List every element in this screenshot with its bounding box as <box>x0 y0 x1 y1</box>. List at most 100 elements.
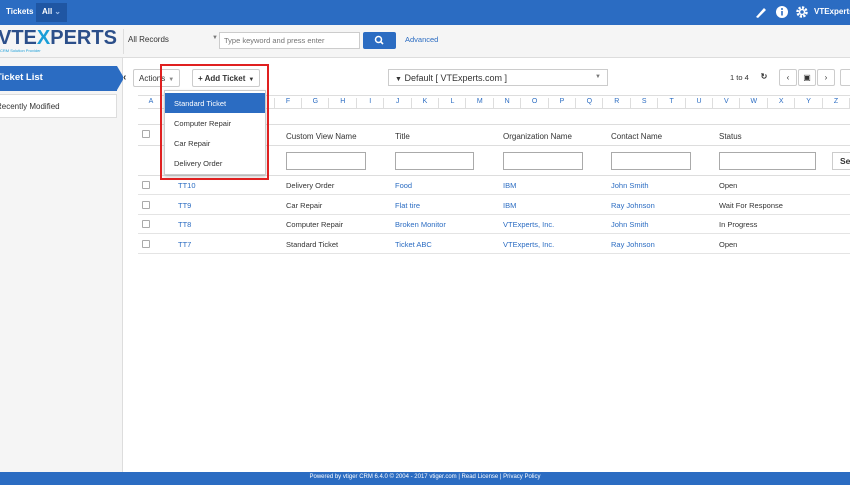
organization-cell[interactable]: VTExperts, Inc. <box>503 220 554 229</box>
alphabet-letter[interactable]: M <box>467 98 494 108</box>
next-page-button[interactable]: › <box>817 69 835 86</box>
add-ticket-dropdown: Standard Ticket Computer Repair Car Repa… <box>164 90 266 175</box>
row-checkbox[interactable] <box>142 200 150 209</box>
select-all-checkbox[interactable] <box>142 130 150 138</box>
advanced-search-link[interactable]: Advanced <box>405 35 438 44</box>
title-filter-input[interactable] <box>395 152 474 170</box>
contact-cell[interactable]: John Smith <box>611 220 649 229</box>
row-checkbox[interactable] <box>142 220 150 228</box>
organization-cell[interactable]: VTExperts, Inc. <box>503 240 554 249</box>
info-icon[interactable] <box>775 5 789 19</box>
custom-view-cell: Standard Ticket <box>286 239 339 249</box>
column-header[interactable]: Status <box>719 132 742 141</box>
table-row[interactable]: TT10 Delivery Order Food IBM John Smith Open <box>138 176 850 195</box>
status-filter-input[interactable] <box>719 152 816 170</box>
status-cell: Wait For Response <box>719 200 783 210</box>
column-header[interactable]: Title <box>395 132 410 141</box>
title-cell[interactable]: Broken Monitor <box>395 220 446 229</box>
ticket-number-cell[interactable]: TT9 <box>178 201 191 210</box>
menu-item-computer-repair[interactable]: Computer Repair <box>165 113 265 133</box>
alphabet-letter[interactable]: F <box>275 98 302 108</box>
alphabet-letter[interactable]: G <box>302 98 330 108</box>
ticket-number-cell[interactable]: TT10 <box>178 181 196 190</box>
table-row[interactable]: TT7 Standard Ticket Ticket ABC VTExperts, I… <box>138 235 850 254</box>
actions-label: Actions <box>139 74 166 83</box>
alphabet-letter[interactable]: I <box>357 98 385 108</box>
app-name[interactable]: Tickets <box>6 7 33 16</box>
contact-filter-input[interactable] <box>611 152 691 170</box>
add-ticket-label: Add Ticket <box>204 74 246 83</box>
divider <box>123 29 124 54</box>
brush-icon[interactable] <box>754 5 768 19</box>
row-checkbox[interactable] <box>142 239 150 248</box>
add-ticket-button[interactable]: + Add Ticket ▼ <box>192 69 261 87</box>
title-cell[interactable]: Ticket ABC <box>395 240 432 249</box>
sidebar-item-recently-modified[interactable]: Recently Modified <box>0 94 117 118</box>
title-cell[interactable]: Food <box>395 181 412 190</box>
organization-filter-input[interactable] <box>503 152 583 170</box>
caret-down-icon: ▼ <box>168 77 175 83</box>
sidebar-item-ticket-list[interactable]: Ticket List <box>0 66 124 91</box>
alphabet-letter[interactable]: N <box>494 98 522 108</box>
pagination-info: 1 to 4 <box>730 73 749 82</box>
caret-down-icon: ▼ <box>595 74 601 80</box>
menu-item-standard-ticket[interactable]: Standard Ticket <box>165 93 265 113</box>
alphabet-letter[interactable]: U <box>686 98 713 108</box>
menu-item-car-repair[interactable]: Car Repair <box>165 133 265 153</box>
more-button[interactable] <box>840 69 850 86</box>
table-row[interactable]: TT9 Car Repair Flat tire IBM Ray Johnson Wait… <box>138 196 850 215</box>
status-cell: In Progress <box>719 220 758 229</box>
ticket-number-cell[interactable]: TT8 <box>178 220 191 229</box>
alphabet-letter[interactable]: T <box>659 98 686 108</box>
custom-view-cell: Delivery Order <box>286 181 335 190</box>
alphabet-letter[interactable]: R <box>604 98 631 108</box>
alphabet-letter[interactable]: A <box>138 98 165 108</box>
contact-cell[interactable]: John Smith <box>611 181 649 190</box>
custom-view-filter-input[interactable] <box>286 152 366 170</box>
alphabet-letter[interactable]: K <box>412 98 439 108</box>
contact-cell[interactable]: Ray Johnson <box>611 240 655 249</box>
collapse-sidebar-icon[interactable]: ‹ <box>123 72 126 83</box>
organization-cell[interactable]: IBM <box>503 181 516 190</box>
column-header[interactable]: Organization Name <box>503 132 572 141</box>
logo-text-pre: VTE <box>0 27 37 49</box>
organization-cell[interactable]: IBM <box>503 201 516 210</box>
title-cell[interactable]: Flat tire <box>395 201 420 210</box>
alphabet-letter[interactable]: X <box>768 98 796 108</box>
alphabet-letter[interactable]: W <box>741 98 768 108</box>
gear-icon[interactable] <box>795 5 809 19</box>
column-header[interactable]: Custom View Name <box>286 132 357 141</box>
user-brand-menu[interactable]: VTExperts <box>814 7 850 16</box>
sidebar-item-label: Recently Modified <box>0 102 60 111</box>
alphabet-letter[interactable]: S <box>631 98 659 108</box>
logo-text-x: X <box>36 27 51 49</box>
alphabet-letter[interactable]: P <box>549 98 576 108</box>
records-select[interactable]: All Records ▼ <box>128 35 218 44</box>
ticket-number-cell[interactable]: TT7 <box>178 240 191 249</box>
actions-button[interactable]: Actions ▼ <box>133 69 181 87</box>
search-button[interactable]: Search <box>832 152 850 170</box>
refresh-icon[interactable]: ↻ <box>755 69 773 86</box>
filter-select[interactable]: ▼ Default [ VTExperts.com ] ▼ <box>388 69 608 86</box>
module-header: VTEXPERTS CRM Solution Provider All Reco… <box>0 25 850 58</box>
alphabet-letter[interactable]: L <box>439 98 467 108</box>
alphabet-letter[interactable]: Y <box>796 98 823 108</box>
alphabet-letter[interactable]: Z <box>823 98 850 108</box>
alphabet-letter[interactable]: V <box>713 98 741 108</box>
custom-view-cell: Car Repair <box>286 200 323 210</box>
all-menu-button[interactable]: All ⌄ <box>36 3 67 22</box>
search-icon <box>374 35 384 45</box>
page-jump-button[interactable]: ▣ <box>798 69 816 86</box>
alphabet-letter[interactable]: J <box>385 98 412 108</box>
column-header[interactable]: Contact Name <box>611 132 662 141</box>
previous-page-button[interactable]: ‹ <box>779 69 797 86</box>
row-checkbox[interactable] <box>142 181 150 189</box>
contact-cell[interactable]: Ray Johnson <box>611 201 655 210</box>
menu-item-delivery-order[interactable]: Delivery Order <box>165 153 265 173</box>
alphabet-letter[interactable]: Q <box>576 98 604 108</box>
alphabet-letter[interactable]: H <box>330 98 357 108</box>
table-row[interactable]: TT8 Computer Repair Broken Monitor VTExpert… <box>138 215 850 234</box>
search-button[interactable] <box>363 32 396 49</box>
search-input[interactable] <box>219 32 360 49</box>
alphabet-letter[interactable]: O <box>522 98 549 108</box>
